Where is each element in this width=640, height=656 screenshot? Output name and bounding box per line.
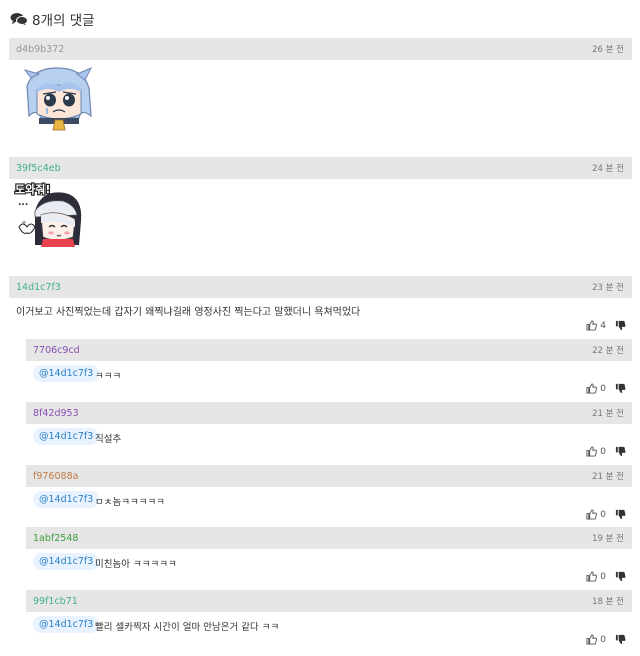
hooded-chibi-sticker: 도와줘! ... ✧ xyxy=(14,181,82,247)
comment-author[interactable]: 7706c9cd xyxy=(33,345,80,356)
comment-header: f976088a 21 분 전 xyxy=(26,465,632,487)
comment-text: 미친놈아 ㅋㅋㅋㅋㅋ xyxy=(95,559,177,570)
thumbs-down-icon xyxy=(615,383,626,394)
thumbs-up-icon xyxy=(586,320,598,331)
dislike-button[interactable] xyxy=(615,509,626,520)
thumbs-down-icon xyxy=(615,320,626,331)
comments-count-title: 8개의 댓글 xyxy=(32,13,95,29)
like-button[interactable]: 4 xyxy=(586,320,615,331)
comment-time: 18 분 전 xyxy=(592,597,624,607)
thumbs-up-icon xyxy=(586,509,598,520)
comment-time: 19 분 전 xyxy=(592,534,624,544)
comment-author[interactable]: 8f42d953 xyxy=(33,408,79,419)
comment-votes: 0 xyxy=(586,383,626,394)
comment-author[interactable]: 39f5c4eb xyxy=(16,163,61,174)
like-button[interactable]: 0 xyxy=(586,509,615,520)
comment-text: ㅁㅊ놈ㅋㅋㅋㅋㅋ xyxy=(95,497,165,508)
comments-header: 8개의 댓글 xyxy=(10,9,95,29)
comment-time: 22 분 전 xyxy=(592,346,624,356)
comment: 14d1c7f3 23 분 전 이거보고 사진찍었는데 갑자기 왜찍냐길래 영정… xyxy=(9,276,632,338)
comment: d4b9b372 26 분 전 0 xyxy=(9,38,632,171)
dislike-button[interactable] xyxy=(615,383,626,394)
comment-votes: 4 xyxy=(586,320,626,331)
thumbs-down-icon xyxy=(615,634,626,645)
like-button[interactable]: 0 xyxy=(586,634,615,645)
comment-text: ㅋㅋㅋ xyxy=(95,371,122,382)
comment-header: 1abf2548 19 분 전 xyxy=(26,527,632,549)
comment-header: 39f5c4eb 24 분 전 xyxy=(9,157,632,179)
crying-chibi-sticker xyxy=(23,67,93,131)
reply-comment: 7706c9cd 22 분 전 @14d1c7f3 ㅋㅋㅋ 0 xyxy=(26,339,632,401)
comments-icon xyxy=(10,13,28,26)
dislike-button[interactable] xyxy=(615,571,626,582)
comment-header: 8f42d953 21 분 전 xyxy=(26,402,632,424)
mention-tag[interactable]: @14d1c7f3 xyxy=(33,553,100,570)
comment-text: 직설추 xyxy=(95,434,122,445)
like-button[interactable]: 0 xyxy=(586,383,615,394)
thumbs-down-icon xyxy=(615,571,626,582)
like-count: 0 xyxy=(600,446,606,457)
like-count: 0 xyxy=(600,383,606,394)
mention-tag[interactable]: @14d1c7f3 xyxy=(33,365,100,382)
thumbs-up-icon xyxy=(586,634,598,645)
mention-tag[interactable]: @14d1c7f3 xyxy=(33,491,100,508)
comment-votes: 0 xyxy=(586,571,626,582)
comment-author[interactable]: 1abf2548 xyxy=(33,533,78,544)
comment-time: 21 분 전 xyxy=(592,409,624,419)
comment-header: 14d1c7f3 23 분 전 xyxy=(9,276,632,298)
thumbs-down-icon xyxy=(615,509,626,520)
dislike-button[interactable] xyxy=(615,320,626,331)
comment-author[interactable]: f976088a xyxy=(33,471,78,482)
mention-tag[interactable]: @14d1c7f3 xyxy=(33,428,100,445)
comment-text: 빨리 셀카찍자 시간이 얼마 안남은거 같다 ㅋㅋ xyxy=(95,622,280,633)
comment-time: 26 분 전 xyxy=(592,45,624,55)
mention-tag[interactable]: @14d1c7f3 xyxy=(33,616,100,633)
comment-votes: 0 xyxy=(586,509,626,520)
comment-time: 24 분 전 xyxy=(592,164,624,174)
comment-votes: 0 xyxy=(586,446,626,457)
comment-time: 23 분 전 xyxy=(592,283,624,293)
comment-author[interactable]: 14d1c7f3 xyxy=(16,282,61,293)
dislike-button[interactable] xyxy=(615,634,626,645)
like-button[interactable]: 0 xyxy=(586,446,615,457)
comment-header: 99f1cb71 18 분 전 xyxy=(26,590,632,612)
reply-comment: f976088a 21 분 전 @14d1c7f3 ㅁㅊ놈ㅋㅋㅋㅋㅋ 0 xyxy=(26,465,632,527)
comment-time: 21 분 전 xyxy=(592,472,624,482)
thumbs-up-icon xyxy=(586,571,598,582)
comment-votes: 0 xyxy=(586,634,626,645)
sticker-caption: 도와줘! xyxy=(15,182,50,196)
comment-header: 7706c9cd 22 분 전 xyxy=(26,339,632,361)
thumbs-up-icon xyxy=(586,446,598,457)
reply-comment: 99f1cb71 18 분 전 @14d1c7f3 빨리 셀카찍자 시간이 얼마… xyxy=(26,590,632,654)
comment: 39f5c4eb 24 분 전 도와줘! ... ✧ 0 xyxy=(9,157,632,290)
like-count: 0 xyxy=(600,509,606,520)
svg-text:✧: ✧ xyxy=(21,219,27,227)
thumbs-up-icon xyxy=(586,383,598,394)
comment-header: d4b9b372 26 분 전 xyxy=(9,38,632,60)
comment-author[interactable]: 99f1cb71 xyxy=(33,596,78,607)
reply-comment: 1abf2548 19 분 전 @14d1c7f3 미친놈아 ㅋㅋㅋㅋㅋ 0 xyxy=(26,527,632,589)
like-count: 0 xyxy=(600,634,606,645)
dislike-button[interactable] xyxy=(615,446,626,457)
reply-comment: 8f42d953 21 분 전 @14d1c7f3 직설추 0 xyxy=(26,402,632,464)
like-button[interactable]: 0 xyxy=(586,571,615,582)
like-count: 4 xyxy=(600,320,606,331)
sticker-dots: ... xyxy=(18,198,28,208)
like-count: 0 xyxy=(600,571,606,582)
comment-author[interactable]: d4b9b372 xyxy=(16,44,64,55)
comment-text: 이거보고 사진찍었는데 갑자기 왜찍냐길래 영정사진 찍는다고 말했더니 욕쳐먹… xyxy=(16,307,361,318)
thumbs-down-icon xyxy=(615,446,626,457)
